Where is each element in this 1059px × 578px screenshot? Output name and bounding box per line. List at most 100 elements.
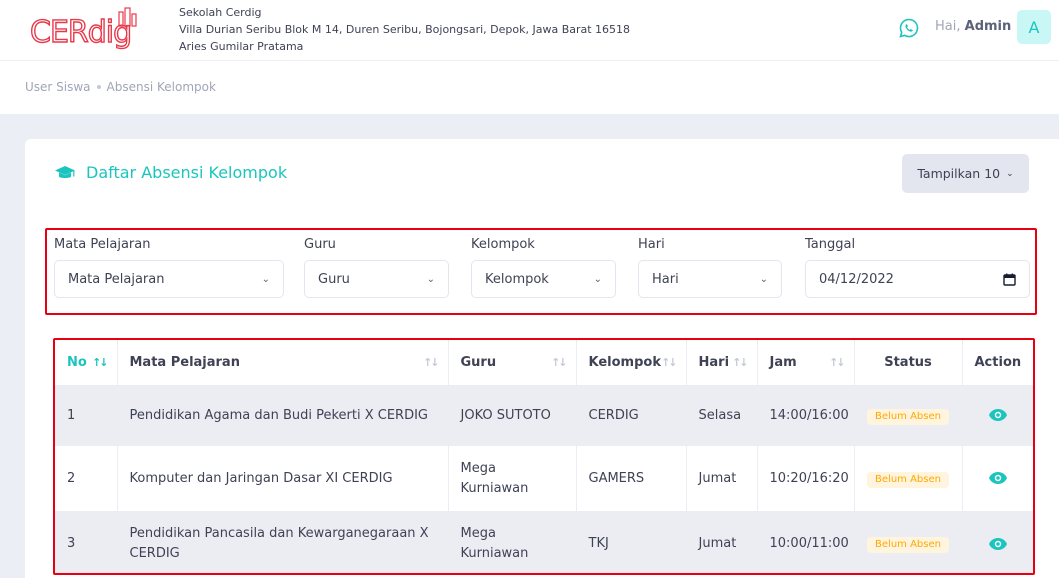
filter-tanggal: Tanggal 04/12/2022 (805, 237, 1030, 298)
filter-label-mata-pelajaran: Mata Pelajaran (54, 237, 151, 252)
sort-icon: ↑↓ (423, 356, 440, 369)
user-name: Admin (964, 19, 1012, 34)
cell-jam: 10:20/16:20 (757, 446, 855, 511)
breadcrumb-separator (96, 84, 101, 89)
filter-label-tanggal: Tanggal (805, 237, 856, 252)
attendance-card: Daftar Absensi Kelompok Tampilkan 10 ⌄ M… (25, 139, 1059, 578)
cell-guru: Mega Kurniawan (448, 511, 577, 573)
filter-label-kelompok: Kelompok (471, 237, 535, 252)
status-badge: Belum Absen (867, 471, 949, 488)
chevron-down-icon: ⌄ (593, 273, 602, 285)
school-name: Sekolah Cerdig (179, 6, 262, 19)
cell-hari: Jumat (686, 446, 758, 511)
card-title-text: Daftar Absensi Kelompok (86, 163, 288, 182)
cell-status: Belum Absen (854, 511, 963, 573)
chevron-down-icon: ⌄ (261, 273, 270, 285)
calendar-icon[interactable] (1003, 273, 1016, 286)
eye-icon[interactable] (988, 537, 1008, 551)
table-row: 3 Pendidikan Pancasila dan Kewarganegara… (55, 511, 1033, 573)
cell-jam: 10:00/11:00 (757, 511, 855, 573)
cell-mata-pelajaran: Pendidikan Pancasila dan Kewarganegaraan… (117, 511, 449, 573)
cell-hari: Jumat (686, 511, 758, 573)
whatsapp-icon[interactable] (898, 17, 920, 39)
filter-guru: Guru Guru ⌄ (304, 237, 449, 298)
greeting-text: Hai, (935, 19, 961, 34)
show-entries-label: Tampilkan 10 (917, 166, 1001, 181)
cell-kelompok: CERDIG (576, 385, 687, 446)
eye-icon[interactable] (988, 471, 1008, 485)
table-row: 2 Komputer dan Jaringan Dasar XI CERDIG … (55, 446, 1033, 511)
cell-mata-pelajaran: Komputer dan Jaringan Dasar XI CERDIG (117, 446, 449, 511)
cell-kelompok: TKJ (576, 511, 687, 573)
guru-select-value: Guru (318, 271, 350, 287)
cell-action (962, 511, 1033, 573)
column-header-hari[interactable]: Hari ↑↓ (686, 340, 758, 385)
column-header-status: Status (854, 340, 963, 385)
kelompok-select-value: Kelompok (485, 271, 549, 287)
cell-hari: Selasa (686, 385, 758, 446)
breadcrumb-user-siswa[interactable]: User Siswa (25, 80, 91, 94)
cell-status: Belum Absen (854, 446, 963, 511)
hari-select[interactable]: Hari ⌄ (638, 260, 782, 298)
chevron-down-icon: ⌄ (759, 273, 768, 285)
card-title: Daftar Absensi Kelompok (54, 163, 287, 182)
tanggal-date-value: 04/12/2022 (819, 271, 894, 287)
tanggal-date-input[interactable]: 04/12/2022 (805, 260, 1030, 298)
hari-select-value: Hari (652, 271, 679, 287)
filter-label-hari: Hari (638, 237, 665, 252)
guru-select[interactable]: Guru ⌄ (304, 260, 449, 298)
column-header-jam[interactable]: Jam ↑↓ (757, 340, 855, 385)
cell-jam: 14:00/16:00 (757, 385, 855, 446)
subheader: User Siswa Absensi Kelompok (0, 61, 1059, 114)
kelompok-select[interactable]: Kelompok ⌄ (471, 260, 616, 298)
cell-kelompok: GAMERS (576, 446, 687, 511)
column-header-kelompok[interactable]: Kelompok ↑↓ (576, 340, 687, 385)
filter-mata-pelajaran: Mata Pelajaran Mata Pelajaran ⌄ (54, 237, 284, 298)
sort-icon: ↑↓ (661, 356, 678, 369)
eye-icon[interactable] (988, 408, 1008, 422)
column-header-action: Action (974, 355, 1022, 370)
sort-icon: ↑↓ (92, 356, 109, 369)
cell-guru: Mega Kurniawan (448, 446, 577, 511)
attendance-table: No ↑↓ Mata Pelajaran ↑↓ Guru ↑↓ Kelompok ↑↓ … (55, 340, 1033, 573)
cell-no: 2 (55, 446, 118, 511)
attendance-table-container: No ↑↓ Mata Pelajaran ↑↓ Guru ↑↓ Kelompok ↑↓ … (53, 338, 1035, 575)
cell-action (962, 446, 1033, 511)
top-bar: CERdig Sekolah Cerdig Villa Durian Serib… (0, 0, 1059, 61)
column-header-mata-pelajaran[interactable]: Mata Pelajaran ↑↓ (117, 340, 449, 385)
avatar[interactable]: A (1017, 10, 1051, 44)
table-row: 1 Pendidikan Agama dan Budi Pekerti X CE… (55, 385, 1033, 446)
principal-name: Aries Gumilar Pratama (179, 40, 304, 53)
sort-icon: ↑↓ (829, 356, 846, 369)
school-info: Sekolah Cerdig Villa Durian Seribu Blok … (179, 4, 630, 55)
filter-hari: Hari Hari ⌄ (638, 237, 782, 298)
graduation-cap-icon (55, 165, 75, 178)
status-badge: Belum Absen (867, 408, 949, 425)
cell-action (962, 385, 1033, 446)
school-logo[interactable]: CERdig (29, 6, 166, 52)
school-address: Villa Durian Seribu Blok M 14, Duren Ser… (179, 23, 631, 36)
column-header-no[interactable]: No ↑↓ (55, 340, 118, 385)
cell-status: Belum Absen (854, 385, 963, 446)
cell-no: 1 (55, 385, 118, 446)
chevron-down-icon: ⌄ (426, 273, 435, 285)
mata-pelajaran-select[interactable]: Mata Pelajaran ⌄ (54, 260, 284, 298)
show-entries-button[interactable]: Tampilkan 10 ⌄ (902, 154, 1029, 193)
filter-label-guru: Guru (304, 237, 336, 252)
breadcrumb-absensi-kelompok[interactable]: Absensi Kelompok (107, 80, 216, 94)
cell-mata-pelajaran: Pendidikan Agama dan Budi Pekerti X CERD… (117, 385, 449, 446)
cell-guru: JOKO SUTOTO (448, 385, 577, 446)
status-badge: Belum Absen (867, 537, 949, 553)
table-header-row: No ↑↓ Mata Pelajaran ↑↓ Guru ↑↓ Kelompok ↑↓ … (55, 340, 1033, 385)
cell-no: 3 (55, 511, 118, 573)
column-header-guru[interactable]: Guru ↑↓ (448, 340, 577, 385)
logo-text: CERdig (30, 15, 131, 50)
user-greeting[interactable]: Hai, Admin (935, 19, 1011, 34)
sort-icon: ↑↓ (732, 356, 749, 369)
filter-panel: Mata Pelajaran Mata Pelajaran ⌄ Guru Gur… (45, 228, 1037, 315)
mata-pelajaran-select-value: Mata Pelajaran (68, 271, 165, 287)
breadcrumb: User Siswa Absensi Kelompok (25, 80, 216, 94)
chevron-down-icon: ⌄ (1006, 168, 1014, 179)
sort-icon: ↑↓ (551, 356, 568, 369)
filter-kelompok: Kelompok Kelompok ⌄ (471, 237, 616, 298)
